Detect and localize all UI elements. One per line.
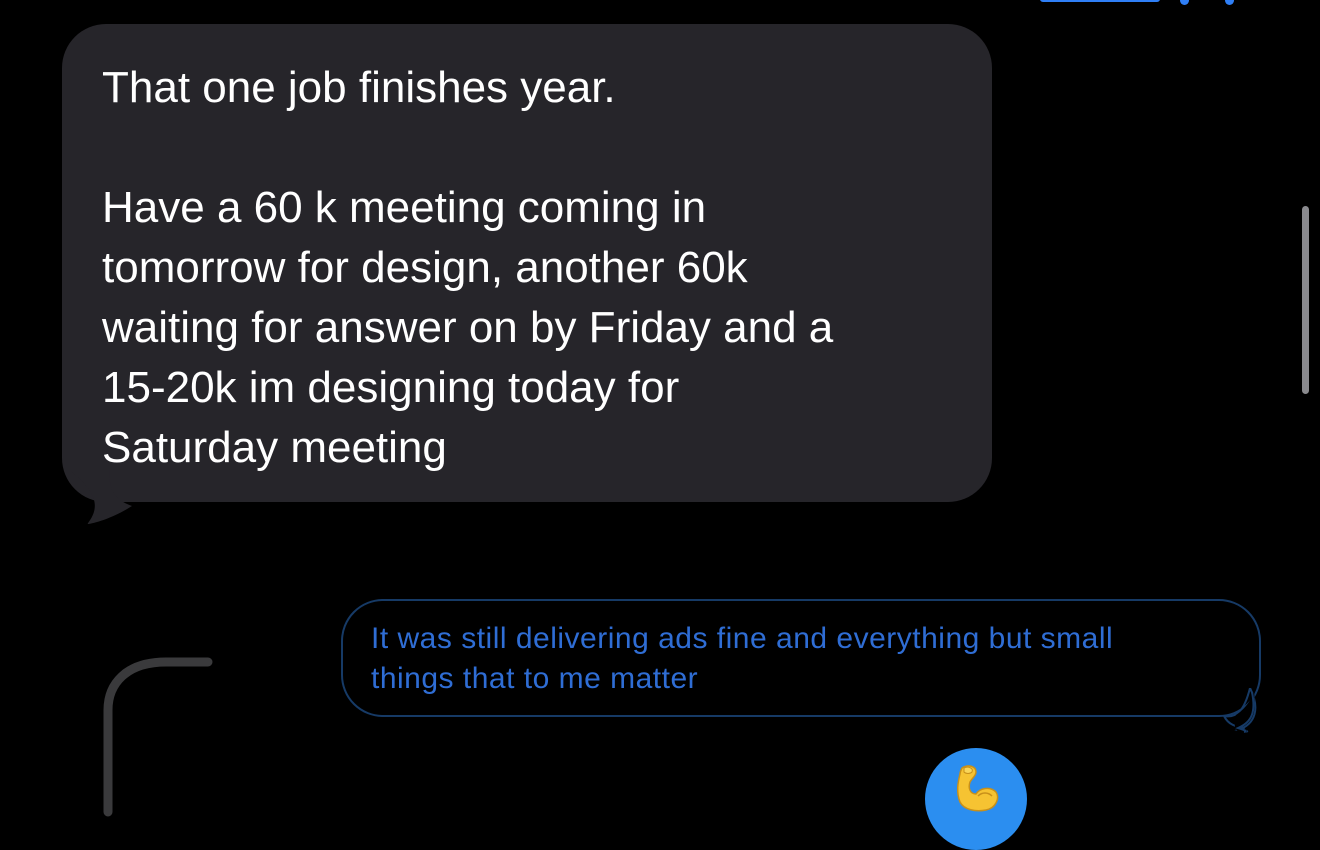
outgoing-message-bubble[interactable]: It was still delivering ads fine and eve… [341, 599, 1261, 717]
incoming-message-bubble[interactable]: That one job finishes year. Have a 60 k … [62, 24, 992, 502]
scroll-indicator[interactable] [1302, 206, 1309, 394]
outgoing-message-text: It was still delivering ads fine and eve… [371, 622, 1114, 695]
flexed-biceps-icon [956, 765, 999, 812]
partial-shape-artifact [103, 657, 213, 817]
reaction-flexed-biceps[interactable] [925, 748, 1027, 850]
incoming-bubble-tail [70, 470, 132, 524]
top-cropped-element [1040, 0, 1250, 8]
incoming-message-text: That one job finishes year. Have a 60 k … [102, 63, 834, 472]
outgoing-bubble-tail [1223, 688, 1257, 733]
